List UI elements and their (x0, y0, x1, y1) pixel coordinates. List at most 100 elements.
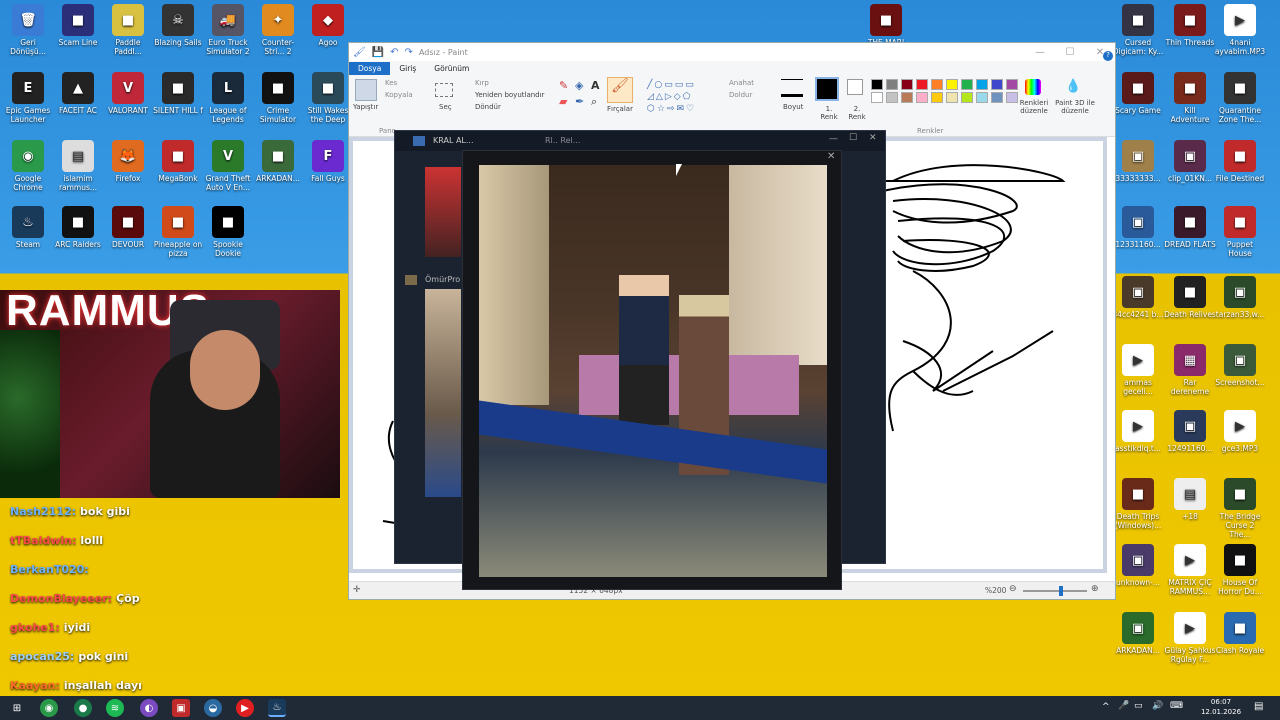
tab-view[interactable]: Görünüm (425, 62, 478, 75)
desktop-icon[interactable]: ■ Death Relives (1164, 276, 1216, 319)
palette-swatch[interactable] (871, 92, 883, 103)
edit-colors-button[interactable]: Renkleri düzenle (1017, 99, 1051, 115)
desktop-icon[interactable]: ■ Puppet House (1214, 206, 1266, 258)
zoom-slider-thumb[interactable] (1059, 586, 1063, 596)
app2-taskbar-icon[interactable]: ▣ (172, 699, 190, 717)
desktop-icon[interactable]: ■ ARC Raiders (52, 206, 104, 249)
desktop-icon[interactable]: ▶ Gülay Şahkus Rgülay F... (1164, 612, 1216, 664)
viewer-minimize-button[interactable]: — (829, 134, 838, 144)
palette-swatch[interactable] (976, 92, 988, 103)
desktop-icon[interactable]: ▣ clip_01KN... (1164, 140, 1216, 183)
zoom-in-button[interactable]: ⊕ (1091, 584, 1099, 594)
microphone-icon[interactable]: 🎤 (1118, 701, 1129, 711)
clock-time[interactable]: 06:07 (1204, 698, 1238, 706)
desktop-icon[interactable]: ■ MegaBonk (152, 140, 204, 183)
app3-taskbar-icon[interactable]: ◒ (204, 699, 222, 717)
rotate-button[interactable]: Döndür (475, 103, 501, 111)
desktop-icon[interactable]: ▦ Rar dereneme (1164, 344, 1216, 396)
start-button[interactable]: ⊞ (8, 699, 26, 717)
desktop-icon[interactable]: ■ Death Trips (Windows)... (1112, 478, 1164, 530)
clock-date[interactable]: 12.01.2026 (1200, 708, 1242, 716)
copy-button[interactable]: Kopyala (385, 91, 413, 99)
edit-colors-icon[interactable] (1025, 79, 1041, 95)
paint3d-icon[interactable]: 💧 (1065, 79, 1081, 94)
palette-swatch[interactable] (886, 92, 898, 103)
help-icon[interactable]: ? (1103, 51, 1113, 61)
maximize-button[interactable]: ☐ (1055, 43, 1085, 61)
viewer-close-button[interactable]: ✕ (869, 133, 877, 143)
palette-swatch[interactable] (871, 79, 883, 90)
desktop-icon[interactable]: V Grand Theft Auto V En... (202, 140, 254, 192)
palette-swatch[interactable] (901, 79, 913, 90)
desktop-icon[interactable]: ▣ 33333333... (1112, 140, 1164, 183)
fill-icon[interactable]: ◈ (575, 79, 583, 92)
desktop-icon[interactable]: ▣ unknown-... (1112, 544, 1164, 587)
desktop-icon[interactable]: ▶ 4nani ayvabim.MP3 (1214, 4, 1266, 56)
desktop-icon[interactable]: ◆ Agoo (302, 4, 354, 47)
palette-swatch[interactable] (1006, 79, 1018, 90)
desktop-icon[interactable]: ■ Thin Threads (1164, 4, 1216, 47)
viewer-tab-2[interactable]: Rl.. Rel... (545, 136, 580, 145)
redo-icon[interactable]: ↷ (405, 47, 413, 58)
palette-swatch[interactable] (991, 79, 1003, 90)
desktop-icon[interactable]: ▶ asstikdiq.t... (1112, 410, 1164, 453)
palette-swatch[interactable] (961, 92, 973, 103)
desktop-icon[interactable]: ■THE MARI (860, 4, 912, 47)
desktop-icon[interactable]: ▶ ammas geceli... (1112, 344, 1164, 396)
outline-button[interactable]: Anahat (729, 79, 754, 87)
pencil-icon[interactable]: ✎ (559, 79, 568, 92)
desktop-icon[interactable]: ▣ ARKADAN... (1112, 612, 1164, 655)
desktop-icon[interactable]: ♨ Steam (2, 206, 54, 249)
desktop-icon[interactable]: ▲ FACEIT AC (52, 72, 104, 115)
desktop-icon[interactable]: ■ DREAD FLATS (1164, 206, 1216, 249)
palette-swatch[interactable] (946, 92, 958, 103)
desktop-icon[interactable]: F Fall Guys (302, 140, 354, 183)
desktop-icon[interactable]: ■ SILENT HILL f (152, 72, 204, 115)
brushes-icon[interactable]: 🖌 (607, 77, 633, 103)
viewer-maximize-button[interactable]: ☐ (849, 133, 857, 143)
desktop-icon[interactable]: ■ Crime Simulator (252, 72, 304, 124)
paste-icon[interactable] (355, 79, 377, 101)
tab-home[interactable]: Giriş (390, 62, 425, 75)
desktop-icon[interactable]: ▣ Screenshot... (1214, 344, 1266, 387)
desktop-icon[interactable]: ■ House Of Horror Du... (1214, 544, 1266, 596)
spotify-taskbar-icon[interactable]: ≋ (106, 699, 124, 717)
desktop-icon[interactable]: ■ Pineapple on pizza (152, 206, 204, 258)
desktop-icon[interactable]: 🗑 Geri Dönüşü... (2, 4, 54, 56)
app-taskbar-icon[interactable]: ◐ (140, 699, 158, 717)
eraser-icon[interactable]: ▰ (559, 95, 567, 108)
zoom-out-button[interactable]: ⊖ (1009, 584, 1017, 594)
select-icon[interactable] (435, 83, 453, 97)
save-icon[interactable]: 💾 (372, 47, 384, 58)
desktop-icon[interactable]: ▤ +18 (1164, 478, 1216, 521)
desktop-icon[interactable]: ▣ 34cc4241 b... (1112, 276, 1164, 319)
desktop-icon[interactable]: ■ ARKADAN... (252, 140, 304, 183)
palette-swatch[interactable] (991, 92, 1003, 103)
palette-swatch[interactable] (901, 92, 913, 103)
desktop-icon[interactable]: 🚚 Euro Truck Simulator 2 (202, 4, 254, 56)
minimize-button[interactable]: — (1025, 43, 1055, 61)
desktop-icon[interactable]: ▤ islamim rammus... (52, 140, 104, 192)
palette-swatch[interactable] (946, 79, 958, 90)
text-icon[interactable]: A (591, 79, 600, 92)
chrome-taskbar-icon[interactable]: ◉ (40, 699, 58, 717)
desktop-icon[interactable]: ▣ 12331160... (1112, 206, 1164, 249)
size-button[interactable]: Boyut (783, 103, 803, 111)
brushes-button[interactable]: Fırçalar (607, 105, 633, 113)
desktop-icon[interactable]: ■ DEVOUR (102, 206, 154, 249)
desktop-icon[interactable]: ■ File Destined (1214, 140, 1266, 183)
resize-button[interactable]: Yeniden boyutlandır (475, 91, 544, 99)
desktop-icon[interactable]: ◉ Google Chrome (2, 140, 54, 192)
desktop-icon[interactable]: E Epic Games Launcher (2, 72, 54, 124)
steam-taskbar-icon[interactable]: ♨ (268, 699, 286, 717)
palette-swatch[interactable] (961, 79, 973, 90)
network-icon[interactable]: ▭ (1134, 701, 1143, 711)
desktop-icon[interactable]: ■ Cursed Digicam: Ky... (1112, 4, 1164, 56)
undo-icon[interactable]: ↶ (390, 47, 398, 58)
desktop-icon[interactable]: ▶ MATRIX ÇIÇ RAMMUS... (1164, 544, 1216, 596)
paste-button[interactable]: Yapıştır (353, 103, 378, 111)
desktop-icon[interactable]: ■ Kill Adventure (1164, 72, 1216, 124)
zoom-slider[interactable] (1023, 586, 1087, 596)
size-icon[interactable] (781, 79, 803, 97)
obs-taskbar-icon[interactable]: ● (74, 699, 92, 717)
